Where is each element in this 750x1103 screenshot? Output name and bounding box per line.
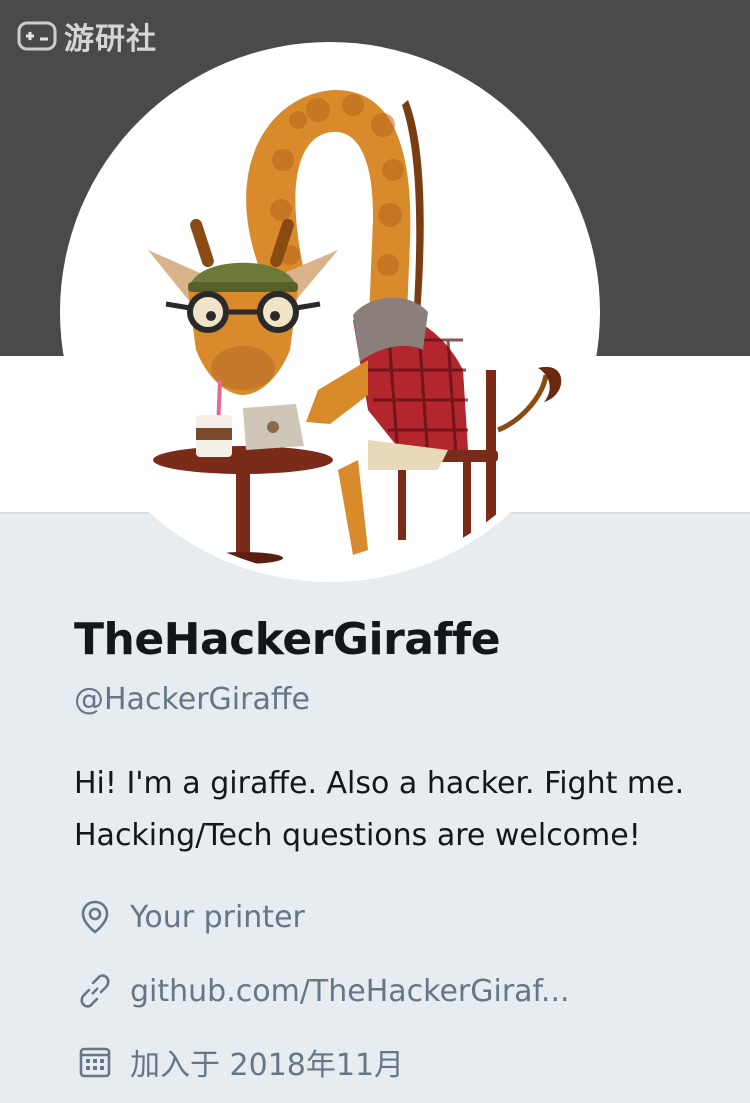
join-date-text: 加入于 2018年11月 [130,1048,405,1083]
profile-bio: Hi! I'm a giraffe. Also a hacker. Fight … [74,758,734,862]
bio-line: Hi! I'm a giraffe. Also a hacker. Fight … [74,766,685,801]
bio-line: Hacking/Tech questions are welcome! [74,818,641,853]
display-name: TheHackerGiraffe [74,614,501,665]
location-text: Your printer [130,899,305,935]
watermark-text: 游研社 [64,22,157,57]
website-link[interactable]: github.com/TheHackerGiraf... [130,974,570,1009]
location-pin-icon [81,900,109,934]
link-icon [80,974,110,1008]
giraffe-avatar-illustration [148,89,562,564]
profile-join-date: 加入于 2018年11月 [76,1040,404,1084]
gamepad-icon [17,21,57,51]
username-handle: @HackerGiraffe [74,682,310,717]
calendar-icon [79,1047,111,1078]
profile-location: Your printer [76,898,305,936]
profile-website[interactable]: github.com/TheHackerGiraf... [76,972,570,1010]
avatar[interactable] [68,50,592,574]
watermark: 游研社 [16,14,157,58]
